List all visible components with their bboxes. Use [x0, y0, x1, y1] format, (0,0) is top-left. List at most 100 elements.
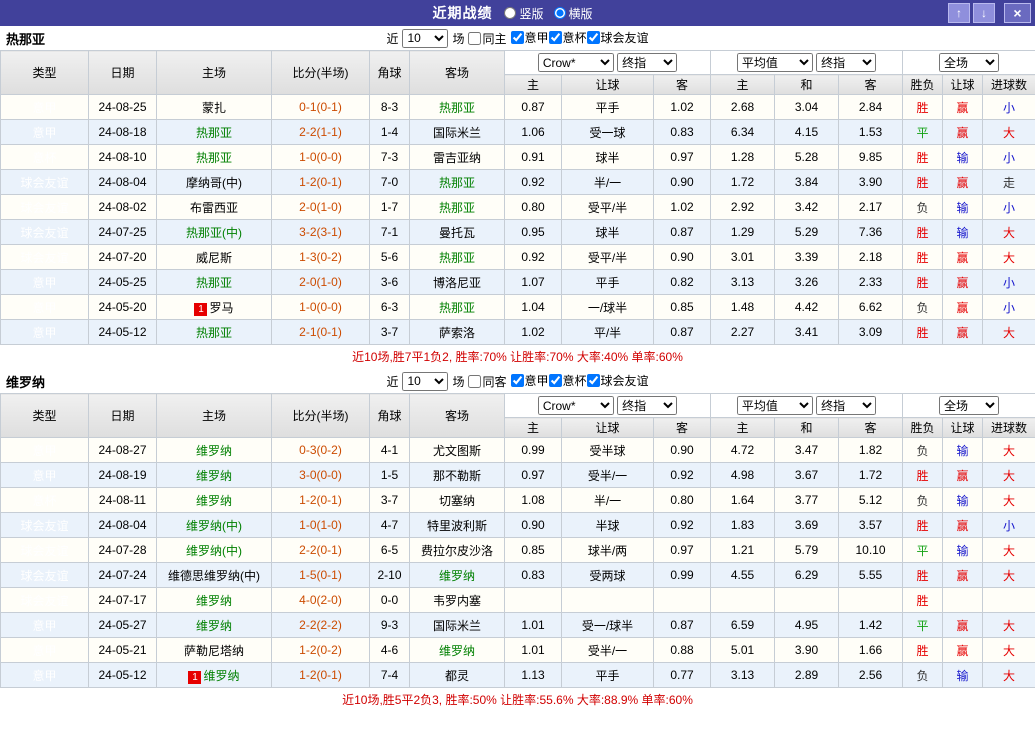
move-down-button[interactable]: ↓: [973, 3, 995, 23]
corner-cell: 0-0: [370, 588, 410, 613]
col-euro-away: 客: [839, 75, 903, 95]
asian-away-odds-cell: 0.99: [654, 563, 711, 588]
move-up-button[interactable]: ↑: [948, 3, 970, 23]
match-date-cell: 24-05-21: [89, 638, 157, 663]
same-venue-checkbox[interactable]: [468, 375, 481, 388]
euro-odds-selectors: 平均值 终指: [711, 394, 903, 418]
col-asian-away: 客: [654, 75, 711, 95]
recent-results-panel: 近期战绩 竖版横版 ↑ ↓ × 热那亚 近 10 场 同主 意甲意杯球会友谊: [0, 0, 1035, 732]
league-checkbox[interactable]: [511, 31, 524, 44]
close-button[interactable]: ×: [1004, 3, 1031, 23]
league-checkbox[interactable]: [549, 374, 562, 387]
euro-home-odds-cell: 6.59: [711, 613, 775, 638]
result-cell: 平: [903, 120, 943, 145]
team-name-text: 切塞纳: [439, 494, 475, 508]
home-team-cell: 维德思维罗纳(中): [157, 563, 272, 588]
layout-option[interactable]: 竖版: [504, 5, 543, 22]
league-checkbox[interactable]: [587, 31, 600, 44]
match-row: 意甲24-08-27维罗纳0-3(0-2)4-1尤文图斯0.99受半球0.904…: [1, 438, 1035, 463]
result-cell: 胜: [903, 145, 943, 170]
layout-radio[interactable]: [554, 7, 566, 19]
goals-cell: 小: [983, 270, 1035, 295]
competition-type-cell: 意甲: [1, 663, 89, 688]
competition-type-cell: 意甲: [1, 95, 89, 120]
asian-away-odds-cell: 0.97: [654, 145, 711, 170]
euro-draw-odds-cell: 5.29: [775, 220, 839, 245]
score-cell: 1-0(0-0): [272, 145, 370, 170]
league-checkbox[interactable]: [587, 374, 600, 387]
match-count-select[interactable]: 10: [402, 29, 448, 48]
same-venue-filter[interactable]: 同客: [468, 373, 506, 390]
col-home: 主场: [157, 394, 272, 438]
goals-cell: 小: [983, 195, 1035, 220]
asian-source-select[interactable]: Crow*: [538, 53, 614, 72]
scope-select[interactable]: 全场: [939, 53, 999, 72]
asian-source-select[interactable]: Crow*: [538, 396, 614, 415]
match-count-select[interactable]: 10: [402, 372, 448, 391]
league-filter[interactable]: 意杯: [549, 372, 587, 389]
league-checkbox[interactable]: [549, 31, 562, 44]
same-venue-filter[interactable]: 同主: [468, 30, 506, 47]
league-label: 意甲: [525, 372, 549, 389]
layout-radio[interactable]: [504, 7, 516, 19]
handicap-result-cell: 输: [943, 220, 983, 245]
league-checkbox[interactable]: [511, 374, 524, 387]
corner-cell: 5-6: [370, 245, 410, 270]
home-team-cell: 维罗纳: [157, 463, 272, 488]
competition-type-cell: 球会友谊: [1, 170, 89, 195]
score-cell: 3-0(0-0): [272, 463, 370, 488]
league-filter[interactable]: 球会友谊: [587, 372, 649, 389]
corner-cell: 7-0: [370, 170, 410, 195]
handicap-result-cell: 输: [943, 663, 983, 688]
competition-type-cell: 意甲: [1, 463, 89, 488]
league-filter[interactable]: 意杯: [549, 29, 587, 46]
score-cell: 0-1(0-1): [272, 95, 370, 120]
league-filter[interactable]: 意甲: [511, 29, 549, 46]
asian-away-odds-cell: 0.90: [654, 438, 711, 463]
match-row: 意甲24-05-21萨勒尼塔纳1-2(0-2)4-6维罗纳1.01受半/一0.8…: [1, 638, 1035, 663]
same-venue-checkbox[interactable]: [468, 32, 481, 45]
euro-draw-odds-cell: 5.79: [775, 538, 839, 563]
layout-option[interactable]: 横版: [554, 5, 593, 22]
result-cell: 平: [903, 538, 943, 563]
corner-cell: 6-5: [370, 538, 410, 563]
asian-time-select[interactable]: 终指: [617, 396, 677, 415]
league-filter[interactable]: 球会友谊: [587, 29, 649, 46]
result-cell: 胜: [903, 270, 943, 295]
away-team-cell: 萨索洛: [410, 320, 505, 345]
result-cell: 胜: [903, 513, 943, 538]
col-asian-home: 主: [505, 418, 562, 438]
asian-home-odds-cell: 1.01: [505, 613, 562, 638]
team-name-text: 曼托瓦: [439, 226, 475, 240]
result-cell: 胜: [903, 95, 943, 120]
team-name-text: 维罗纳: [196, 494, 232, 508]
home-team-cell: 热那亚: [157, 145, 272, 170]
goals-cell: 大: [983, 538, 1035, 563]
scope-select[interactable]: 全场: [939, 396, 999, 415]
competition-type-cell: 球会友谊: [1, 513, 89, 538]
asian-home-odds-cell: 1.06: [505, 120, 562, 145]
match-row: 球会友谊24-07-28维罗纳(中)2-2(0-1)6-5费拉尔皮沙洛0.85球…: [1, 538, 1035, 563]
asian-home-odds-cell: 0.90: [505, 513, 562, 538]
col-handicap-result: 让球: [943, 75, 983, 95]
euro-source-select[interactable]: 平均值: [737, 53, 813, 72]
away-team-cell: 热那亚: [410, 295, 505, 320]
result-cell: 胜: [903, 245, 943, 270]
corner-cell: 7-4: [370, 663, 410, 688]
asian-time-select[interactable]: 终指: [617, 53, 677, 72]
competition-type-cell: 意甲: [1, 320, 89, 345]
euro-source-select[interactable]: 平均值: [737, 396, 813, 415]
col-asian-away: 客: [654, 418, 711, 438]
asian-away-odds-cell: 0.87: [654, 613, 711, 638]
team-name-text: 热那亚: [439, 176, 475, 190]
euro-time-select[interactable]: 终指: [816, 53, 876, 72]
layout-option-label: 竖版: [519, 5, 543, 22]
col-goals: 进球数: [983, 75, 1035, 95]
asian-home-odds-cell: 0.85: [505, 538, 562, 563]
score-cell: 2-2(2-2): [272, 613, 370, 638]
away-team-cell: 热那亚: [410, 245, 505, 270]
league-filter[interactable]: 意甲: [511, 372, 549, 389]
euro-time-select[interactable]: 终指: [816, 396, 876, 415]
corner-cell: 8-3: [370, 95, 410, 120]
match-row: 意甲24-08-18热那亚2-2(1-1)1-4国际米兰1.06受一球0.836…: [1, 120, 1035, 145]
